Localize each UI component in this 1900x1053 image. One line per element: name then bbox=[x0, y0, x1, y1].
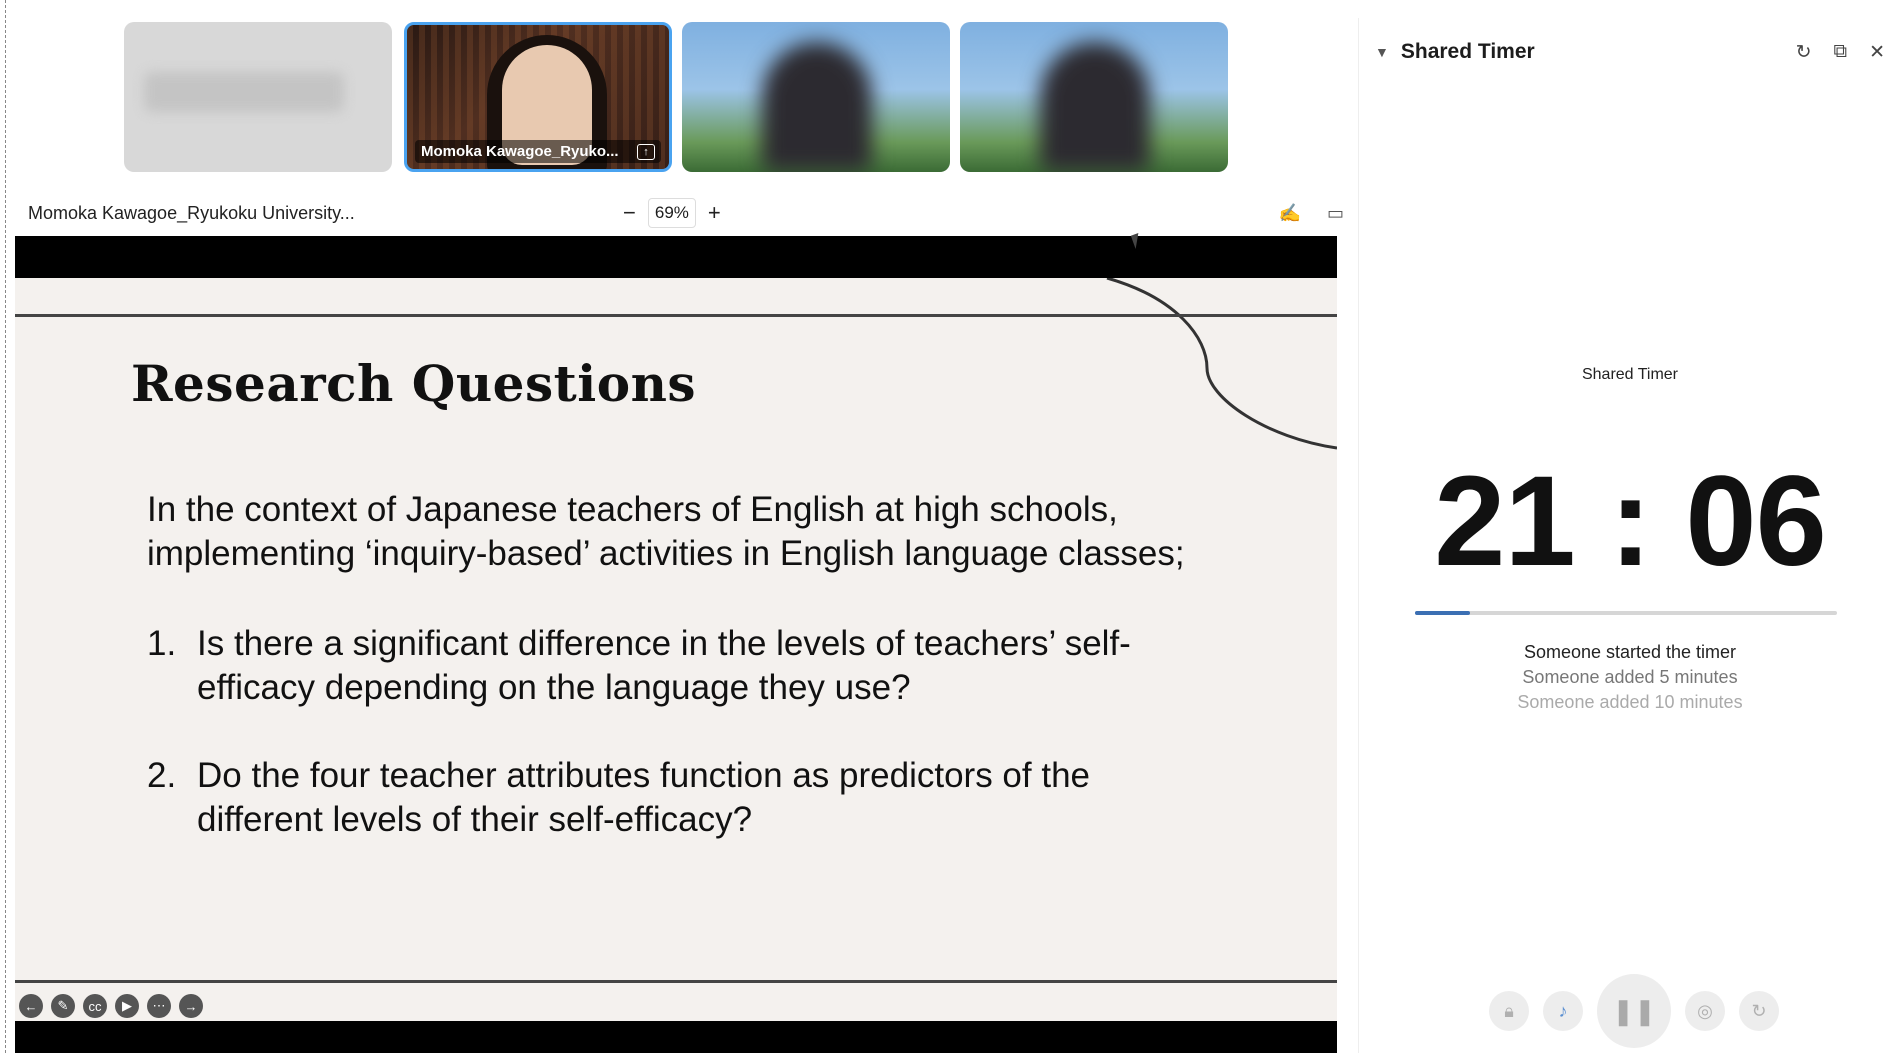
chevron-down-icon[interactable]: ▼ bbox=[1375, 44, 1389, 60]
slide-title: Research Questions bbox=[131, 354, 697, 413]
panel-header: ▼ Shared Timer ↻ ⧉ ✕ bbox=[1375, 36, 1885, 68]
timer-activity-log: Someone started the timer Someone added … bbox=[1395, 640, 1865, 715]
reset-icon[interactable]: ↻ bbox=[1739, 991, 1779, 1031]
video-tile[interactable] bbox=[682, 22, 950, 172]
share-toolbar-actions: ✍ ▭ bbox=[1279, 203, 1344, 224]
blurred-participant bbox=[1040, 42, 1150, 172]
question-item: 1. Is there a significant difference in … bbox=[147, 622, 1207, 710]
question-number: 1. bbox=[147, 624, 177, 663]
participant-name-label: Momoka Kawagoe_Ryuko... ↑ bbox=[415, 140, 661, 163]
timer-progress-fill bbox=[1415, 611, 1470, 615]
question-number: 2. bbox=[147, 756, 177, 795]
panel-title: Shared Timer bbox=[1400, 40, 1535, 63]
log-entry: Someone started the timer bbox=[1523, 642, 1737, 662]
refresh-icon[interactable]: ↻ bbox=[1796, 41, 1812, 64]
panel-header-actions: ↻ ⧉ ✕ bbox=[1796, 41, 1885, 64]
previous-slide-icon[interactable]: ← bbox=[19, 994, 43, 1018]
lock-icon[interactable]: 🔒︎ bbox=[1489, 991, 1529, 1031]
zoom-level[interactable]: 69% bbox=[647, 198, 696, 228]
zoom-in-button[interactable]: + bbox=[708, 200, 721, 226]
pen-icon[interactable]: ✎ bbox=[51, 994, 75, 1018]
video-tile[interactable] bbox=[960, 22, 1228, 172]
slide-intro-text: In the context of Japanese teachers of E… bbox=[147, 490, 1185, 573]
decorative-curve bbox=[1106, 278, 1337, 450]
timer-controls: 🔒︎ ♪ ❚❚ ◎ ↻ bbox=[1489, 974, 1779, 1048]
camera-off-icon[interactable]: ▶ bbox=[115, 994, 139, 1018]
add-time-icon[interactable]: ◎ bbox=[1685, 991, 1725, 1031]
shared-slide: Research Questions In the context of Jap… bbox=[15, 236, 1337, 1053]
log-entry: Someone added 10 minutes bbox=[1517, 692, 1743, 712]
video-filmstrip: Momoka Kawagoe_Ryuko... ↑ bbox=[124, 22, 1228, 172]
share-owner-name: Momoka Kawagoe_Ryukoku University... bbox=[28, 202, 355, 223]
timer-progress-bar bbox=[1415, 611, 1837, 615]
close-icon[interactable]: ✕ bbox=[1869, 41, 1885, 64]
blurred-participant bbox=[762, 42, 872, 172]
remote-control-icon[interactable]: ▭ bbox=[1327, 203, 1344, 224]
slide-controls: ← ✎ cc ▶ ⋯ → bbox=[19, 994, 203, 1018]
shared-timer-panel: ▼ Shared Timer ↻ ⧉ ✕ Shared Timer 21 : 0… bbox=[1358, 18, 1900, 1053]
participant-name: Momoka Kawagoe_Ryuko... bbox=[421, 143, 619, 160]
video-tile-active-speaker[interactable]: Momoka Kawagoe_Ryuko... ↑ bbox=[404, 22, 672, 172]
slide-top-rule bbox=[15, 314, 1337, 317]
question-item: 2. Do the four teacher attributes functi… bbox=[147, 754, 1207, 842]
video-tile[interactable] bbox=[124, 22, 392, 172]
left-edge-divider bbox=[5, 0, 6, 1053]
screen-share-icon: ↑ bbox=[637, 143, 655, 160]
share-toolbar: Momoka Kawagoe_Ryukoku University... − 6… bbox=[28, 196, 1344, 230]
more-options-icon[interactable]: ⋯ bbox=[147, 994, 171, 1018]
zoom-out-button[interactable]: − bbox=[623, 200, 636, 226]
slide-bottom-bar bbox=[15, 1021, 1337, 1053]
pause-button[interactable]: ❚❚ bbox=[1597, 974, 1671, 1048]
question-text: Do the four teacher attributes function … bbox=[197, 756, 1090, 839]
timer-label: Shared Timer bbox=[1581, 366, 1679, 383]
log-entry: Someone added 5 minutes bbox=[1522, 667, 1738, 687]
zoom-control: − 69% + bbox=[623, 198, 721, 228]
timer-display: 21 : 06 bbox=[1434, 450, 1827, 593]
next-slide-icon[interactable]: → bbox=[179, 994, 203, 1018]
question-text: Is there a significant difference in the… bbox=[197, 624, 1131, 707]
slide-bottom-rule bbox=[15, 980, 1337, 983]
captions-icon[interactable]: cc bbox=[83, 994, 107, 1018]
popout-icon[interactable]: ⧉ bbox=[1834, 41, 1848, 64]
annotate-icon[interactable]: ✍ bbox=[1279, 203, 1301, 224]
blurred-name-placeholder bbox=[144, 72, 344, 112]
sound-icon[interactable]: ♪ bbox=[1543, 991, 1583, 1031]
